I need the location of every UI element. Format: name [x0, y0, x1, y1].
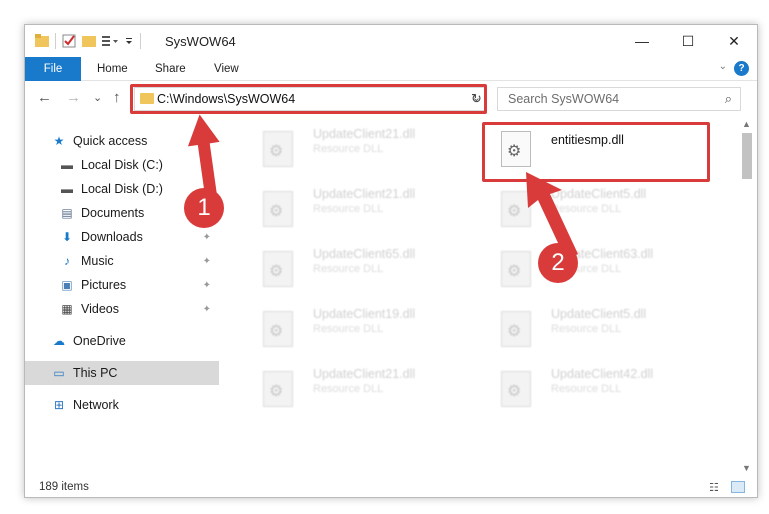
- documents-icon: ▤: [61, 206, 73, 220]
- file-type: Resource DLL: [313, 143, 384, 155]
- star-icon: ★: [53, 134, 65, 148]
- sidebar-item-label: Network: [73, 398, 119, 412]
- sidebar-item-videos[interactable]: ▦ Videos ✦: [25, 297, 219, 321]
- ribbon-tabs: File Home Share View ⌄ ?: [25, 57, 757, 81]
- scroll-thumb[interactable]: [742, 133, 752, 179]
- file-item[interactable]: UpdateClient42.dll Resource DLL: [485, 365, 685, 413]
- dll-file-icon: [501, 311, 531, 347]
- cloud-icon: ☁: [53, 334, 65, 348]
- network-icon: ⊞: [53, 398, 65, 412]
- dll-file-icon: [263, 131, 293, 167]
- title-bar: SysWOW64 — ☐ ✕: [25, 25, 757, 57]
- pin-icon[interactable]: ✦: [203, 256, 211, 267]
- new-folder-icon[interactable]: [82, 34, 96, 48]
- video-icon: ▦: [61, 302, 73, 316]
- pin-icon[interactable]: ✦: [203, 304, 211, 315]
- status-bar: 189 items ☷: [25, 477, 757, 497]
- search-icon[interactable]: ⌕: [725, 91, 732, 107]
- dll-file-icon: [263, 371, 293, 407]
- step-badge-2: 2: [538, 243, 578, 283]
- sidebar-item-label: Music: [81, 254, 114, 268]
- file-item[interactable]: UpdateClient21.dll Resource DLL: [247, 185, 447, 233]
- sidebar-item-onedrive[interactable]: ☁ OneDrive: [25, 329, 219, 353]
- pin-icon[interactable]: ✦: [203, 232, 211, 243]
- window-title: SysWOW64: [165, 34, 236, 49]
- sidebar-item-network[interactable]: ⊞ Network: [25, 393, 219, 417]
- sidebar-item-label: Pictures: [81, 278, 127, 292]
- minimize-button[interactable]: —: [619, 25, 665, 57]
- pin-icon[interactable]: ✦: [203, 280, 211, 291]
- file-name: UpdateClient42.dll: [551, 367, 654, 381]
- sidebar-item-label: Documents: [81, 206, 145, 220]
- music-icon: ♪: [64, 254, 70, 268]
- quick-access-toolbar: [35, 33, 141, 49]
- sidebar-item-label: Videos: [81, 302, 119, 316]
- drive-icon: ▬: [61, 158, 73, 172]
- search-box[interactable]: Search SysWOW64 ⌕: [497, 87, 741, 111]
- details-view-icon[interactable]: ☷: [709, 481, 723, 494]
- forward-button[interactable]: →: [66, 89, 81, 106]
- file-name: UpdateClient5.dll: [551, 307, 647, 321]
- file-name: UpdateClient21.dll: [313, 367, 416, 381]
- item-count: 189 items: [39, 481, 89, 493]
- file-type: Resource DLL: [313, 383, 384, 395]
- sidebar-item-pictures[interactable]: ▣ Pictures ✦: [25, 273, 219, 297]
- file-name: UpdateClient21.dll: [313, 127, 416, 141]
- sidebar-item-label: Local Disk (C:): [81, 158, 163, 172]
- dropdown-arrow-icon[interactable]: [124, 34, 134, 48]
- sidebar-item-label: OneDrive: [73, 334, 126, 348]
- help-button[interactable]: ?: [734, 61, 749, 76]
- dll-file-icon: [263, 191, 293, 227]
- file-name: UpdateClient65.dll: [313, 247, 416, 261]
- sidebar-item-this-pc[interactable]: ▭ This PC: [25, 361, 219, 385]
- sidebar-item-label: Local Disk (D:): [81, 182, 163, 196]
- folder-icon: [35, 34, 49, 47]
- file-item[interactable]: UpdateClient5.dll Resource DLL: [485, 305, 685, 353]
- scroll-down-icon[interactable]: ▼: [742, 463, 751, 473]
- large-icons-view-icon[interactable]: [731, 481, 745, 493]
- sidebar-item-label: Downloads: [81, 230, 143, 244]
- vertical-scrollbar[interactable]: ▲ ▼: [738, 117, 755, 477]
- window-controls: — ☐ ✕: [619, 25, 757, 57]
- file-type: Resource DLL: [313, 323, 384, 335]
- file-item[interactable]: UpdateClient65.dll Resource DLL: [247, 245, 447, 293]
- divider: [140, 33, 141, 49]
- up-button[interactable]: ↑: [113, 89, 121, 106]
- download-icon: ⬇: [61, 230, 73, 244]
- expand-ribbon-icon[interactable]: ⌄: [719, 61, 727, 72]
- file-type: Resource DLL: [313, 263, 384, 275]
- properties-icon[interactable]: [62, 34, 76, 48]
- dll-file-icon: [263, 251, 293, 287]
- file-type: Resource DLL: [551, 383, 622, 395]
- file-name: UpdateClient19.dll: [313, 307, 416, 321]
- file-type: Resource DLL: [313, 203, 384, 215]
- customize-qat-icon[interactable]: [102, 34, 118, 48]
- tab-file[interactable]: File: [25, 57, 81, 81]
- close-button[interactable]: ✕: [711, 25, 757, 57]
- file-item[interactable]: UpdateClient19.dll Resource DLL: [247, 305, 447, 353]
- drive-icon: ▬: [61, 182, 73, 196]
- dll-file-icon: [501, 371, 531, 407]
- tab-home[interactable]: Home: [97, 57, 128, 81]
- dll-file-icon: [263, 311, 293, 347]
- sidebar-item-label: This PC: [73, 366, 118, 380]
- maximize-button[interactable]: ☐: [665, 25, 711, 57]
- sidebar-item-label: Quick access: [73, 134, 148, 148]
- search-input[interactable]: Search SysWOW64: [508, 92, 619, 106]
- divider: [55, 33, 56, 49]
- scroll-up-icon[interactable]: ▲: [742, 119, 751, 129]
- pictures-icon: ▣: [61, 278, 73, 292]
- sidebar-item-music[interactable]: ♪ Music ✦: [25, 249, 219, 273]
- file-type: Resource DLL: [551, 323, 622, 335]
- file-name: UpdateClient21.dll: [313, 187, 416, 201]
- tab-view[interactable]: View: [214, 57, 239, 81]
- file-item[interactable]: UpdateClient21.dll Resource DLL: [247, 125, 447, 173]
- computer-icon: ▭: [53, 366, 65, 380]
- sidebar-item-downloads[interactable]: ⬇ Downloads ✦: [25, 225, 219, 249]
- step-badge-1: 1: [184, 188, 224, 228]
- back-button[interactable]: ←: [37, 89, 52, 106]
- tab-share[interactable]: Share: [155, 57, 186, 81]
- recent-locations-button[interactable]: ⌄: [93, 91, 102, 104]
- file-item[interactable]: UpdateClient21.dll Resource DLL: [247, 365, 447, 413]
